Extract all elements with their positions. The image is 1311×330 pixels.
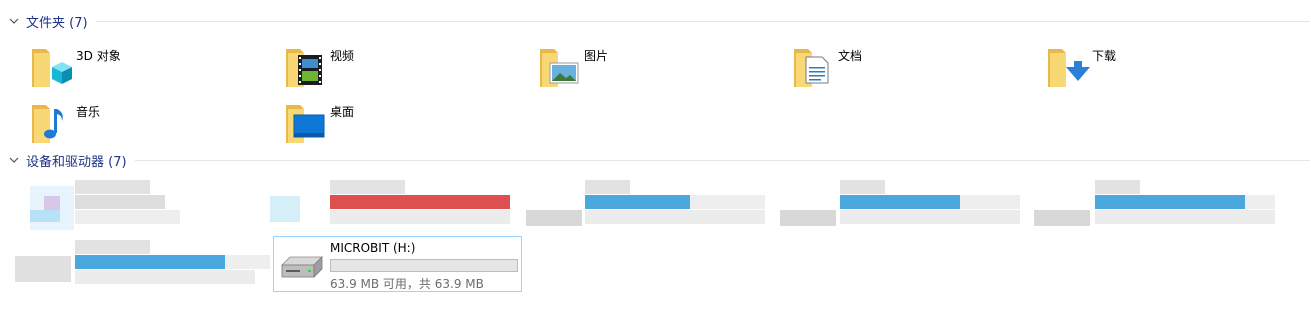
usb-drive-icon: [281, 256, 323, 278]
folder-label: 文档: [838, 49, 863, 63]
redacted-block: [75, 240, 150, 254]
folder-item-music[interactable]: 音乐: [30, 99, 270, 151]
drive-icon-redacted: [526, 210, 582, 226]
music-folder-icon: [32, 105, 63, 143]
folder-label: 音乐: [76, 105, 101, 119]
folder-item-videos[interactable]: 视频: [284, 43, 524, 95]
drive-name: MICROBIT (H:): [330, 241, 416, 255]
usage-bar-redacted: [75, 255, 225, 269]
3d-objects-folder-icon: [32, 49, 72, 87]
folder-label: 下载: [1092, 49, 1117, 63]
drive-icon-redacted: [15, 256, 71, 282]
folders-group-header[interactable]: 文件夹 (7): [8, 11, 1310, 31]
redacted-block: [690, 195, 765, 209]
desktop-folder-icon: [286, 105, 325, 143]
devices-group-title: 设备和驱动器 (7): [26, 154, 127, 170]
drive-free-space: 63.9 MB 可用，共 63.9 MB: [330, 277, 484, 291]
drive-icon-redacted: [270, 196, 300, 222]
redacted-block: [840, 210, 1020, 224]
redacted-block: [75, 210, 180, 224]
redacted-block: [960, 195, 1020, 209]
chevron-down-icon[interactable]: [8, 154, 20, 166]
redacted-block: [75, 195, 165, 209]
devices-group-header[interactable]: 设备和驱动器 (7): [8, 150, 1310, 170]
drive-icon-redacted: [780, 210, 836, 226]
videos-folder-icon: [286, 49, 322, 87]
folder-item-3d-objects[interactable]: 3D 对象: [30, 43, 270, 95]
drive-icon-redacted: [1034, 210, 1090, 226]
redacted-block: [330, 210, 510, 224]
group-divider: [95, 20, 1310, 22]
redacted-block: [1095, 180, 1140, 194]
downloads-folder-icon: [1048, 49, 1090, 87]
usage-bar-redacted: [1095, 195, 1245, 209]
redacted-block: [1245, 195, 1275, 209]
folders-group-title: 文件夹 (7): [26, 15, 88, 31]
usage-bar-redacted: [840, 195, 960, 209]
pictures-folder-icon: [540, 49, 579, 87]
folder-label: 视频: [330, 49, 355, 63]
group-divider: [134, 159, 1310, 161]
redacted-block: [840, 180, 885, 194]
drive-item-microbit[interactable]: MICROBIT (H:) 63.9 MB 可用，共 63.9 MB: [273, 236, 522, 292]
folder-label: 图片: [584, 49, 609, 63]
redacted-block: [585, 180, 630, 194]
redacted-block: [30, 210, 60, 222]
usage-bar-redacted: [330, 195, 510, 209]
redacted-block: [330, 180, 405, 194]
folder-item-downloads[interactable]: 下载: [1046, 43, 1286, 95]
documents-folder-icon: [794, 49, 829, 87]
redacted-block: [75, 270, 255, 284]
folder-item-documents[interactable]: 文档: [792, 43, 1032, 95]
folder-label: 桌面: [330, 105, 355, 119]
folder-item-desktop[interactable]: 桌面: [284, 99, 524, 151]
folder-item-pictures[interactable]: 图片: [538, 43, 778, 95]
redacted-block: [44, 196, 60, 210]
drive-usage-bar: [330, 259, 518, 272]
redacted-block: [1095, 210, 1275, 224]
folder-label: 3D 对象: [76, 49, 121, 63]
redacted-block: [225, 255, 270, 269]
chevron-down-icon[interactable]: [8, 15, 20, 27]
redacted-block: [585, 210, 765, 224]
redacted-block: [75, 180, 150, 194]
usage-bar-redacted: [585, 195, 690, 209]
